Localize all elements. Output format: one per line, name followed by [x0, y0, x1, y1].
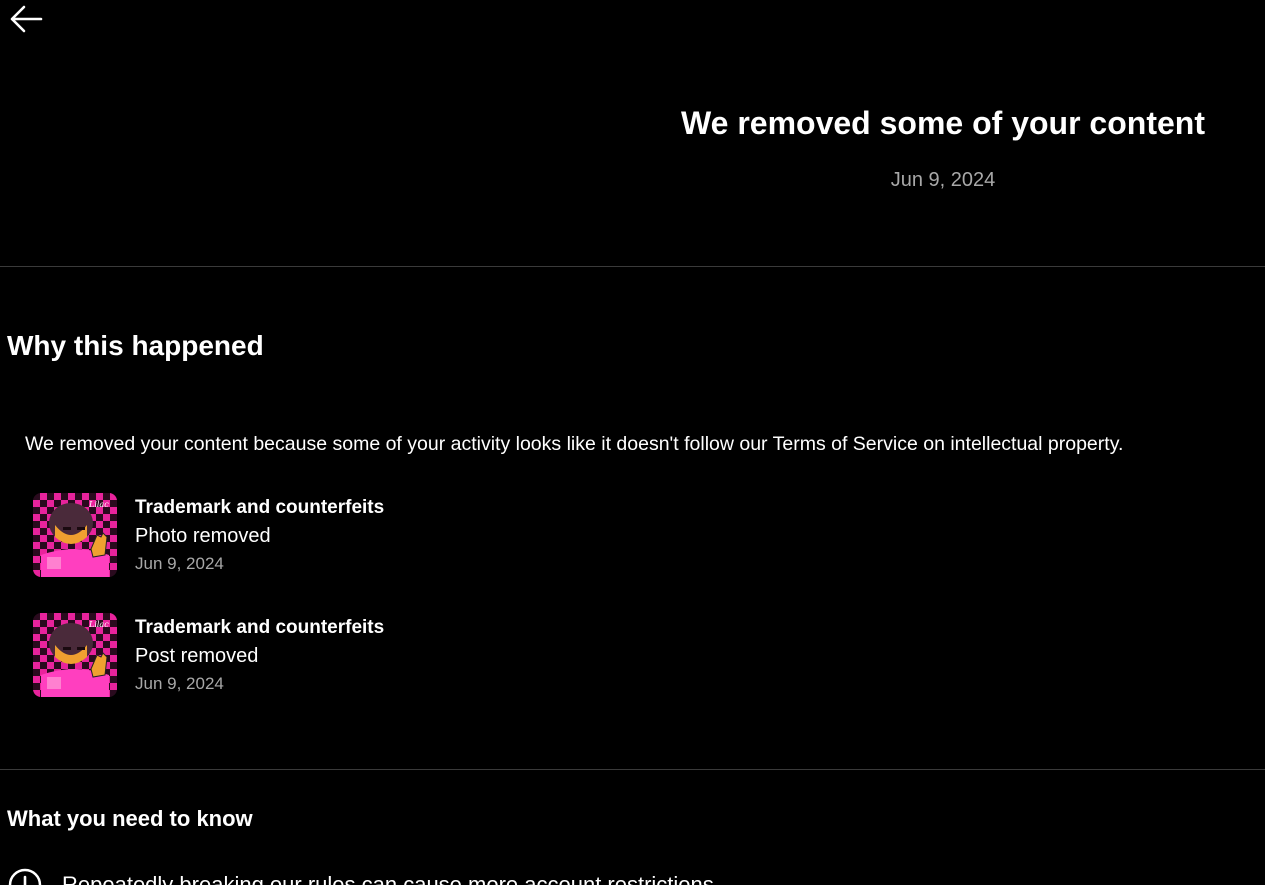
- arrow-left-icon: [10, 5, 43, 33]
- violation-text: Trademark and counterfeits Post removed …: [135, 613, 384, 697]
- violation-date: Jun 9, 2024: [135, 674, 224, 693]
- svg-text:Lilac: Lilac: [88, 620, 109, 629]
- divider: [0, 266, 1265, 267]
- info-text: Repeatedly breaking our rules can cause …: [62, 872, 714, 885]
- violation-item[interactable]: Lilac Trademark and counterfeits Post re…: [33, 613, 833, 733]
- page-title: We removed some of your content: [681, 105, 1205, 141]
- violation-action: Post removed: [135, 645, 259, 667]
- violation-date: Jun 9, 2024: [135, 554, 224, 573]
- violation-text: Trademark and counterfeits Photo removed…: [135, 493, 384, 577]
- violation-action: Photo removed: [135, 525, 271, 547]
- violation-policy: Trademark and counterfeits: [135, 617, 385, 638]
- removal-reason-text: We removed your content because some of …: [25, 433, 1124, 455]
- alert-circle-icon: [8, 868, 42, 885]
- violation-list: Lilac Trademark and counterfeits Photo r…: [33, 493, 833, 733]
- header: We removed some of your content Jun 9, 2…: [620, 100, 1265, 192]
- svg-text:Lilac: Lilac: [88, 500, 109, 509]
- content-thumbnail: Lilac: [33, 613, 117, 697]
- why-this-happened-heading: Why this happened: [7, 330, 264, 361]
- what-you-need-to-know-heading: What you need to know: [7, 806, 253, 831]
- info-item: Repeatedly breaking our rules can cause …: [8, 868, 714, 885]
- violation-item[interactable]: Lilac Trademark and counterfeits Photo r…: [33, 493, 833, 613]
- content-thumbnail: Lilac: [33, 493, 117, 577]
- page: We removed some of your content Jun 9, 2…: [0, 0, 1265, 885]
- page-date: Jun 9, 2024: [890, 169, 996, 191]
- violation-policy: Trademark and counterfeits: [135, 497, 385, 518]
- divider: [0, 769, 1265, 770]
- back-button[interactable]: [6, 4, 46, 34]
